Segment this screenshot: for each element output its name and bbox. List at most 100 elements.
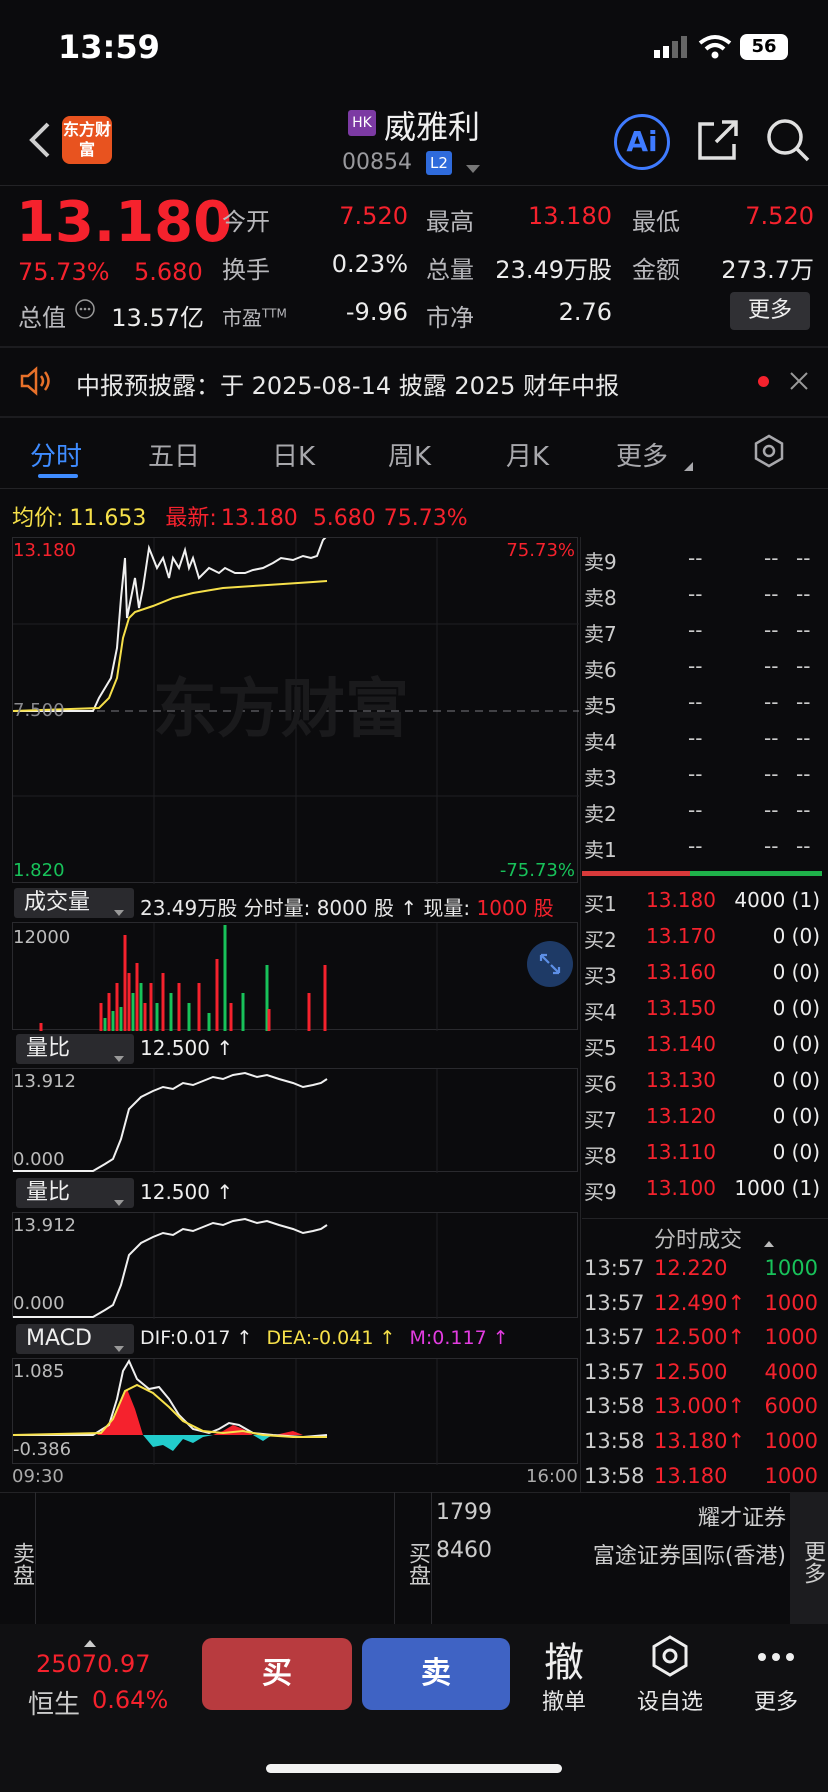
buy-book-row[interactable]: 买7 13.120 0 (0) (582, 1098, 822, 1134)
buy-broker-tab[interactable]: 买盘 (394, 1492, 432, 1624)
pct-axis-top: 75.73% (506, 540, 575, 561)
buy-button[interactable]: 买 (202, 1638, 352, 1710)
book-level-label: 卖8 (584, 586, 617, 610)
trade-volume: 1000 (764, 1463, 818, 1488)
book-price: -- (688, 582, 703, 606)
sell-broker-tab[interactable]: 卖盘 (0, 1492, 36, 1624)
dropdown-icon[interactable] (466, 160, 480, 173)
sell-book-row[interactable]: 卖4 -- -- -- (582, 720, 822, 756)
back-icon[interactable] (26, 120, 54, 160)
buy-book-row[interactable]: 买1 13.180 4000 (1) (582, 882, 822, 918)
sell-book-row[interactable]: 卖6 -- -- -- (582, 648, 822, 684)
mktcap-label: 总值 (18, 304, 66, 332)
price-axis-bottom: 1.820 (13, 860, 65, 881)
battery-icon: 56 (740, 34, 788, 60)
more-dots-icon[interactable] (756, 1648, 796, 1661)
sell-button[interactable]: 卖 (362, 1638, 510, 1710)
book-volume: 0 (0) (772, 1140, 820, 1164)
book-level-label: 卖1 (584, 838, 617, 862)
add-watchlist-icon[interactable] (648, 1634, 692, 1678)
notice-text[interactable]: 中报预披露：于 2025-08-14 披露 2025 财年中报 (76, 366, 619, 401)
close-icon[interactable] (788, 370, 810, 392)
book-price: 13.110 (646, 1140, 716, 1164)
book-price: 13.180 (646, 888, 716, 912)
add-watchlist-label[interactable]: 设自选 (628, 1684, 712, 1716)
book-price: 13.140 (646, 1032, 716, 1056)
trade-time: 13:57 (584, 1256, 645, 1280)
trade-volume: 1000 (764, 1325, 818, 1350)
cancel-order-icon[interactable]: 撤 (538, 1630, 590, 1688)
sell-book-row[interactable]: 卖8 -- -- -- (582, 576, 822, 612)
info-icon[interactable] (74, 298, 96, 320)
ai-assistant-button[interactable]: Ai (614, 114, 670, 170)
trade-volume: 1000 (764, 1290, 818, 1315)
sell-book-row[interactable]: 卖1 -- -- -- (582, 828, 822, 864)
market-badge: HK (348, 110, 376, 136)
price-chart[interactable]: 东方财富 13.180 7.500 1.820 75.73% -75.73% (12, 537, 579, 884)
book-level-label: 买3 (584, 964, 617, 988)
tab-more[interactable]: 更多 (616, 436, 668, 473)
trades-title[interactable]: 分时成交 (654, 1222, 742, 1254)
broker-more-button[interactable]: 更多 (790, 1492, 828, 1624)
book-volume: -- (764, 690, 779, 714)
buy-book-row[interactable]: 买5 13.140 0 (0) (582, 1026, 822, 1062)
buy-book-row[interactable]: 买9 13.100 1000 (1) (582, 1170, 822, 1206)
cancel-order-label[interactable]: 撤单 (534, 1684, 594, 1716)
pct-axis-bottom: -75.73% (499, 860, 575, 881)
sell-book-row[interactable]: 卖9 -- -- -- (582, 540, 822, 576)
book-volume: 0 (0) (772, 924, 820, 948)
search-icon[interactable] (764, 116, 812, 164)
time-axis-start: 09:30 (12, 1466, 64, 1487)
expand-icon[interactable] (527, 941, 573, 987)
book-count: -- (796, 654, 811, 678)
index-value[interactable]: 25070.97 (36, 1650, 151, 1678)
macd-axis-bottom: -0.386 (13, 1439, 72, 1460)
book-level-label: 卖4 (584, 730, 617, 754)
tab-five-day[interactable]: 五日 (148, 436, 200, 473)
ratio-chart-1[interactable]: 13.912 0.000 (12, 1068, 578, 1173)
quote-more-button[interactable]: 更多 (730, 292, 810, 330)
buy-book-row[interactable]: 买3 13.160 0 (0) (582, 954, 822, 990)
tab-month-k[interactable]: 月K (506, 436, 549, 473)
tab-underline (38, 474, 78, 478)
trade-time: 13:57 (584, 1290, 645, 1315)
sell-book-row[interactable]: 卖7 -- -- -- (582, 612, 822, 648)
share-icon[interactable] (694, 116, 742, 164)
buy-book-row[interactable]: 买6 13.130 0 (0) (582, 1062, 822, 1098)
price-axis-top: 13.180 (13, 540, 76, 561)
home-indicator[interactable] (266, 1764, 562, 1773)
current-price: 13.180 (16, 190, 233, 255)
trade-price: 13.180 (654, 1463, 728, 1488)
macd-chart[interactable]: 1.085 -0.386 (12, 1358, 578, 1465)
book-level-label: 卖3 (584, 766, 617, 790)
buy-book-row[interactable]: 买8 13.110 0 (0) (582, 1134, 822, 1170)
sell-book-row[interactable]: 卖3 -- -- -- (582, 756, 822, 792)
sell-book-row[interactable]: 卖5 -- -- -- (582, 684, 822, 720)
level2-badge[interactable]: L2 (426, 151, 452, 175)
book-volume: -- (764, 726, 779, 750)
book-volume: -- (764, 798, 779, 822)
buy-book-row[interactable]: 买4 13.150 0 (0) (582, 990, 822, 1026)
ratio-chart-2[interactable]: 13.912 0.000 (12, 1212, 578, 1319)
pb-value: 2.76 (558, 298, 612, 326)
stock-code: 00854 (342, 150, 412, 175)
volume-chart[interactable]: 12000 (12, 922, 578, 1031)
tab-intraday[interactable]: 分时 (30, 436, 82, 473)
book-count: -- (796, 546, 811, 570)
book-level-label: 买9 (584, 1180, 617, 1204)
divider (582, 1218, 828, 1219)
sell-broker-label: 卖盘 (9, 1542, 34, 1586)
tab-day-k[interactable]: 日K (272, 436, 315, 473)
buy-book-row[interactable]: 买2 13.170 0 (0) (582, 918, 822, 954)
more-label[interactable]: 更多 (744, 1684, 808, 1716)
trade-price: 12.490↑ (654, 1290, 746, 1315)
trade-time: 13:58 (584, 1394, 645, 1419)
settings-icon[interactable] (752, 434, 786, 468)
index-name[interactable]: 恒生 (28, 1684, 80, 1721)
book-level-label: 买7 (584, 1108, 617, 1132)
book-volume: -- (764, 654, 779, 678)
tab-week-k[interactable]: 周K (388, 436, 431, 473)
sell-book-row[interactable]: 卖2 -- -- -- (582, 792, 822, 828)
index-change-pct[interactable]: 0.64% (92, 1686, 168, 1714)
book-volume: 1000 (1) (734, 1176, 820, 1200)
